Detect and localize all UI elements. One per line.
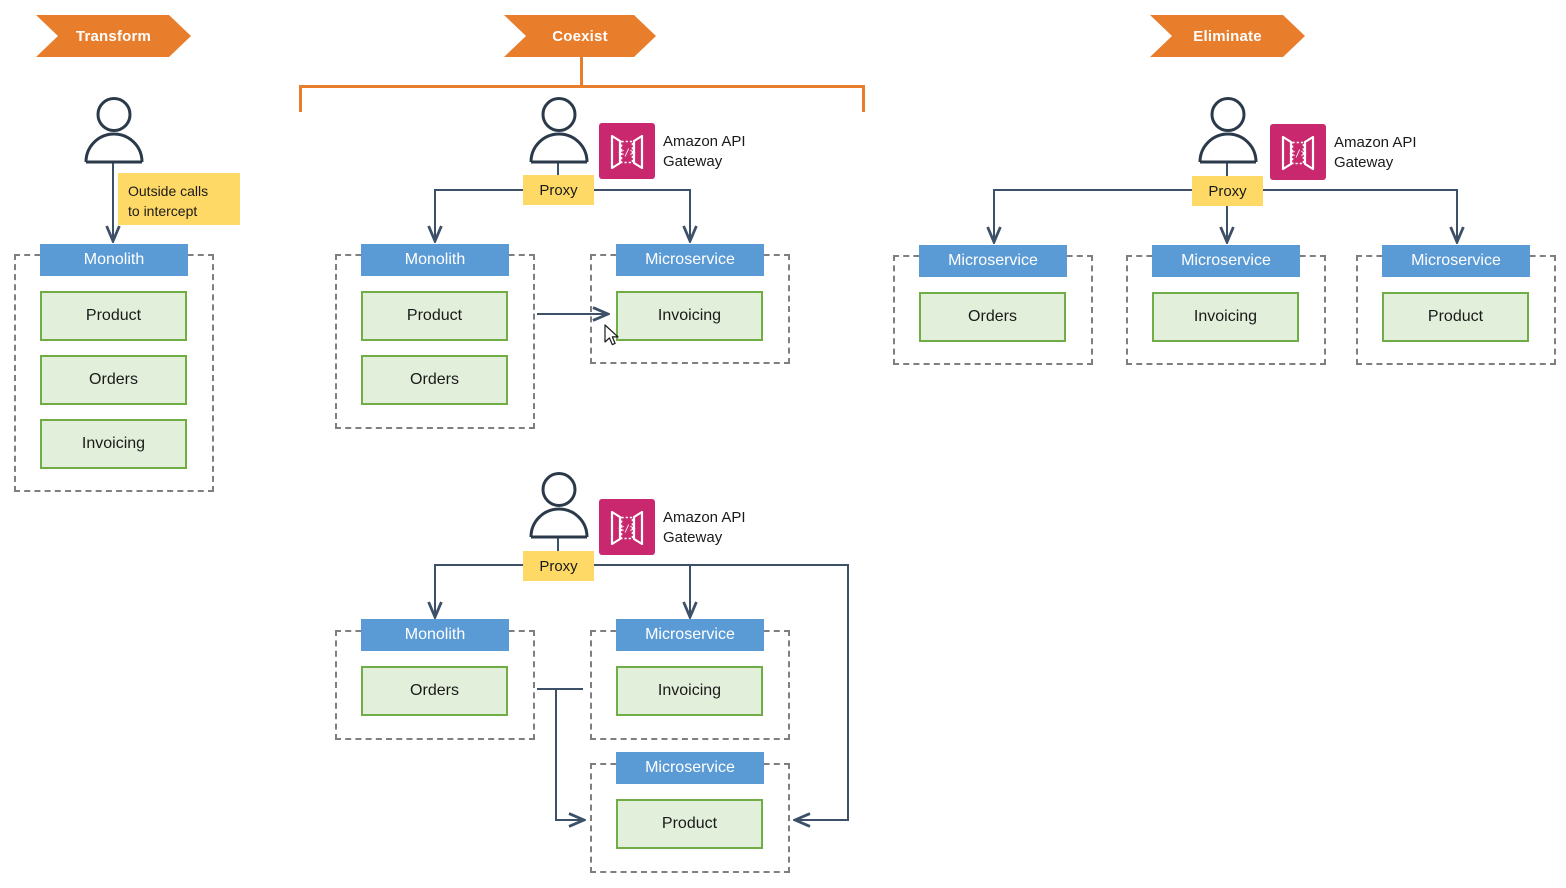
proxy-box-coexist-top[interactable]: Proxy (523, 175, 594, 205)
coexist-bottom-component-product[interactable]: Product (616, 799, 763, 849)
user-icon-coexist-bottom (528, 471, 590, 539)
svg-text:</>: </> (1289, 149, 1306, 160)
coexist-top-monolith-header: Monolith (361, 244, 509, 276)
transform-component-invoicing[interactable]: Invoicing (40, 419, 187, 469)
component-label: Invoicing (657, 682, 722, 699)
coexist-bottom-component-invoicing[interactable]: Invoicing (616, 666, 763, 716)
service-title: Microservice (1181, 252, 1271, 269)
amazon-api-gateway-icon: </> (599, 499, 655, 555)
phase-label-coexist: Coexist (552, 27, 608, 45)
eliminate-component-product[interactable]: Product (1382, 292, 1529, 342)
component-label: Orders (89, 371, 138, 388)
amazon-api-gateway-icon: </> (599, 123, 655, 179)
coexist-bottom-microservice-invoicing-header: Microservice (616, 619, 764, 651)
component-label: Orders (410, 371, 459, 388)
transform-monolith-header: Monolith (40, 244, 188, 276)
diagram-canvas: Transform Coexist Eliminate Outside call… (0, 0, 1566, 888)
eliminate-microservice-header-2: Microservice (1152, 245, 1300, 277)
component-label: Invoicing (657, 307, 722, 324)
proxy-label: Proxy (539, 181, 578, 199)
component-label: Orders (410, 682, 459, 699)
outside-calls-note: Outside calls to intercept (118, 173, 240, 225)
service-title: Microservice (645, 251, 735, 268)
transform-monolith-title: Monolith (83, 251, 145, 268)
eliminate-microservice-header-3: Microservice (1382, 245, 1530, 277)
coexist-bracket-stem (580, 57, 583, 87)
service-title: Monolith (404, 251, 466, 268)
eliminate-microservice-header-1: Microservice (919, 245, 1067, 277)
coexist-bottom-microservice-product-header: Microservice (616, 752, 764, 784)
eliminate-component-invoicing[interactable]: Invoicing (1152, 292, 1299, 342)
coexist-top-component-orders[interactable]: Orders (361, 355, 508, 405)
proxy-label: Proxy (1208, 182, 1247, 200)
component-label: Invoicing (81, 435, 146, 452)
coexist-top-microservice-header: Microservice (616, 244, 764, 276)
user-icon-coexist-top (528, 96, 590, 164)
proxy-label: Proxy (539, 557, 578, 575)
amazon-api-gateway-icon: </> (1270, 124, 1326, 180)
coexist-top-component-invoicing[interactable]: Invoicing (616, 291, 763, 341)
transform-component-orders[interactable]: Orders (40, 355, 187, 405)
proxy-box-eliminate[interactable]: Proxy (1192, 176, 1263, 206)
service-title: Microservice (645, 759, 735, 776)
user-icon-eliminate (1197, 96, 1259, 164)
phase-banner-eliminate[interactable]: Eliminate (1150, 15, 1305, 57)
phase-label-transform: Transform (75, 27, 152, 45)
component-label: Invoicing (1193, 308, 1258, 325)
aws-service-label-coexist-top: Amazon API Gateway (663, 133, 746, 171)
coexist-bottom-component-orders[interactable]: Orders (361, 666, 508, 716)
component-label: Product (406, 307, 463, 324)
service-title: Microservice (1411, 252, 1501, 269)
user-icon-transform (83, 96, 145, 164)
service-title: Monolith (404, 626, 466, 643)
phase-banner-coexist[interactable]: Coexist (504, 15, 656, 57)
eliminate-component-orders[interactable]: Orders (919, 292, 1066, 342)
component-label: Orders (968, 308, 1017, 325)
component-label: Product (1427, 308, 1484, 325)
aws-service-label-eliminate: Amazon API Gateway (1334, 134, 1417, 172)
transform-component-product[interactable]: Product (40, 291, 187, 341)
svg-text:</>: </> (618, 524, 635, 535)
phase-banner-transform[interactable]: Transform (36, 15, 191, 57)
component-label: Product (661, 815, 718, 832)
aws-service-label-coexist-bottom: Amazon API Gateway (663, 509, 746, 547)
proxy-box-coexist-bottom[interactable]: Proxy (523, 551, 594, 581)
svg-text:</>: </> (618, 148, 635, 159)
coexist-bottom-monolith-header: Monolith (361, 619, 509, 651)
phase-label-eliminate: Eliminate (1193, 27, 1262, 45)
service-title: Microservice (948, 252, 1038, 269)
component-label: Product (85, 307, 142, 324)
service-title: Microservice (645, 626, 735, 643)
coexist-top-component-product[interactable]: Product (361, 291, 508, 341)
mouse-cursor (604, 324, 622, 348)
